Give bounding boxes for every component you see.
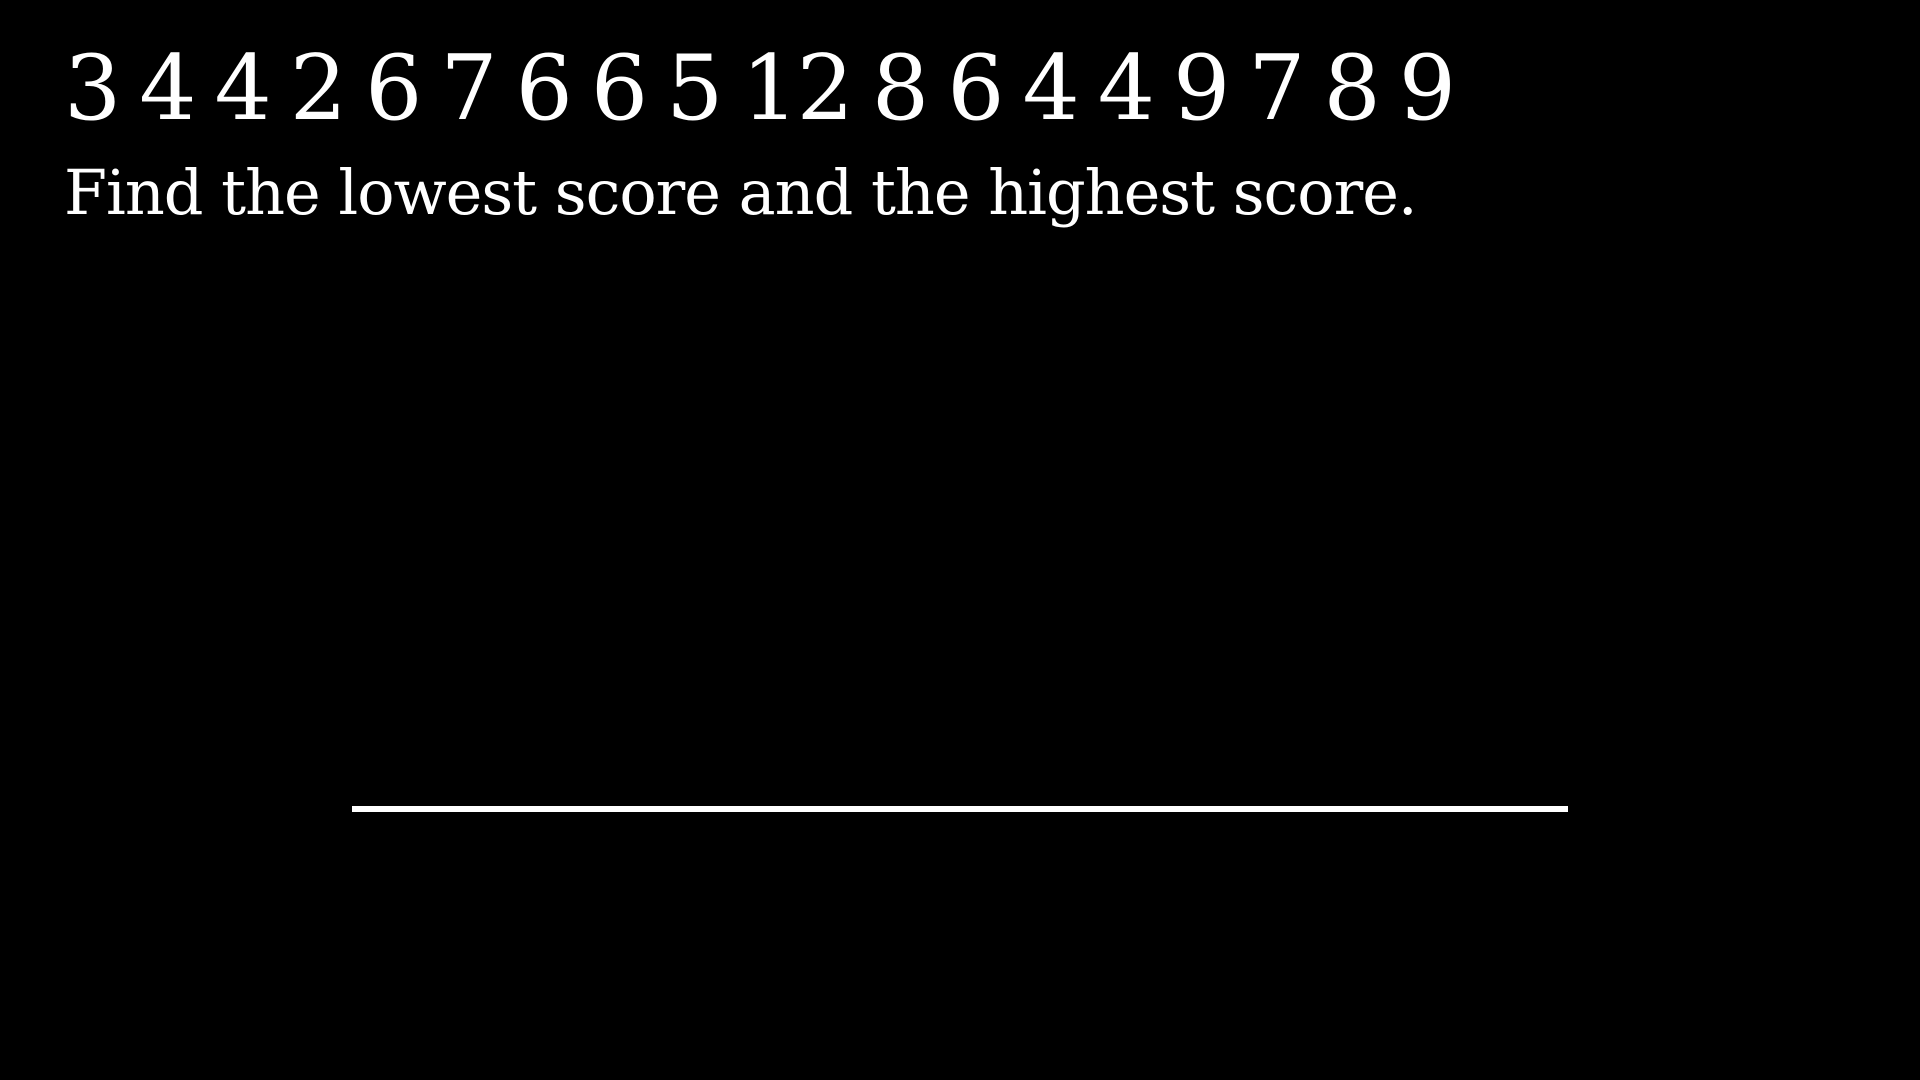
score-value: 6	[365, 36, 422, 141]
question-prompt: Find the lowest score and the highest sc…	[64, 156, 1418, 229]
scores-list: 3 4 4 2 6 7 6 6 5 12 8 6 4 4 9 7 8 9	[64, 44, 1474, 134]
score-value: 9	[1172, 36, 1230, 141]
score-value: 4	[214, 36, 272, 141]
score-value: 8	[871, 36, 929, 141]
score-value: 6	[590, 36, 648, 141]
score-value: 7	[440, 36, 497, 141]
score-value: 2	[289, 36, 347, 141]
score-value: 9	[1398, 36, 1456, 141]
score-value: 4	[139, 36, 196, 141]
score-value: 8	[1323, 36, 1381, 141]
answer-underline	[352, 806, 1568, 812]
score-value: 7	[1248, 36, 1305, 141]
score-value: 4	[1022, 36, 1079, 141]
score-value: 5	[666, 36, 723, 141]
score-value: 6	[515, 36, 573, 141]
score-value: 12	[741, 36, 854, 141]
score-value: 3	[64, 36, 121, 141]
score-value: 6	[947, 36, 1004, 141]
score-value: 4	[1097, 36, 1155, 141]
